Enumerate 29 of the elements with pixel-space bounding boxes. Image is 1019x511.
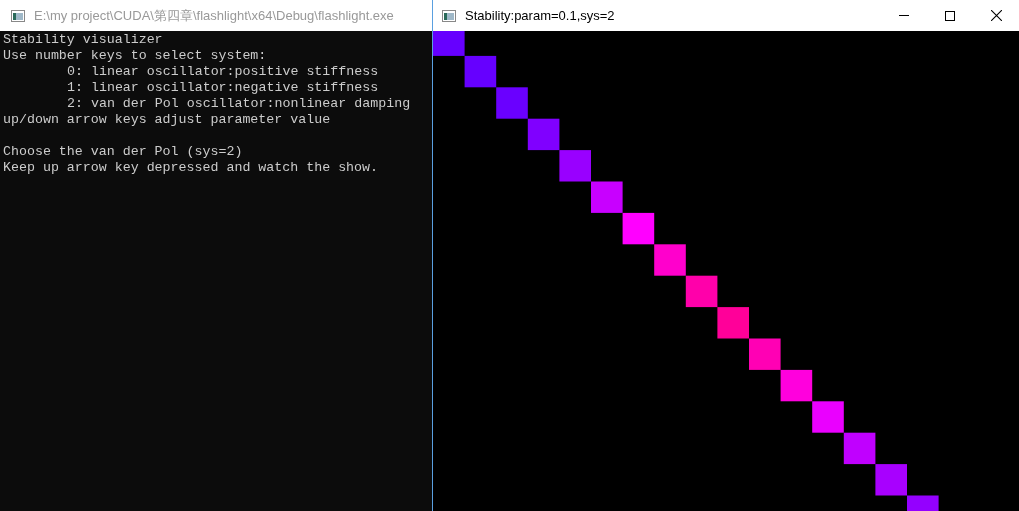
plot-square (654, 244, 686, 276)
plot-square (591, 181, 623, 213)
app-icon (442, 9, 456, 22)
minimize-icon (899, 15, 909, 16)
plot-square (685, 275, 718, 308)
plot-square (843, 432, 876, 465)
console-line: 1: linear oscillator:negative stiffness (67, 80, 379, 95)
plot-square (780, 369, 813, 402)
console-line: Stability visualizer (3, 32, 163, 47)
plot-square (433, 31, 465, 56)
window-title: E:\my project\CUDA\第四章\flashlight\x64\Debug\flashlight.exe (34, 6, 394, 25)
plot-square (496, 87, 528, 119)
console-line: Choose the van der Pol (sys=2) (3, 144, 243, 159)
app-icon (11, 9, 25, 22)
plot-square (559, 150, 591, 182)
plot-square (527, 118, 560, 151)
console-line: 0: linear oscillator:positive stiffness (67, 64, 379, 79)
plot-square (717, 307, 749, 339)
console-line: up/down arrow keys adjust parameter value (3, 112, 331, 127)
close-icon (990, 10, 1002, 21)
plot-square (812, 401, 844, 433)
window-title: Stability:param=0.1,sys=2 (465, 6, 616, 25)
maximize-icon (945, 10, 955, 21)
plot-square (622, 212, 655, 245)
plot-square (464, 55, 497, 88)
console-line: 2: van der Pol oscillator:nonlinear damping (67, 96, 411, 111)
console-line: Use number keys to select system: (3, 48, 267, 63)
plot-square (749, 338, 781, 370)
console-line: Keep up arrow key depressed and watch the show. (3, 160, 379, 175)
